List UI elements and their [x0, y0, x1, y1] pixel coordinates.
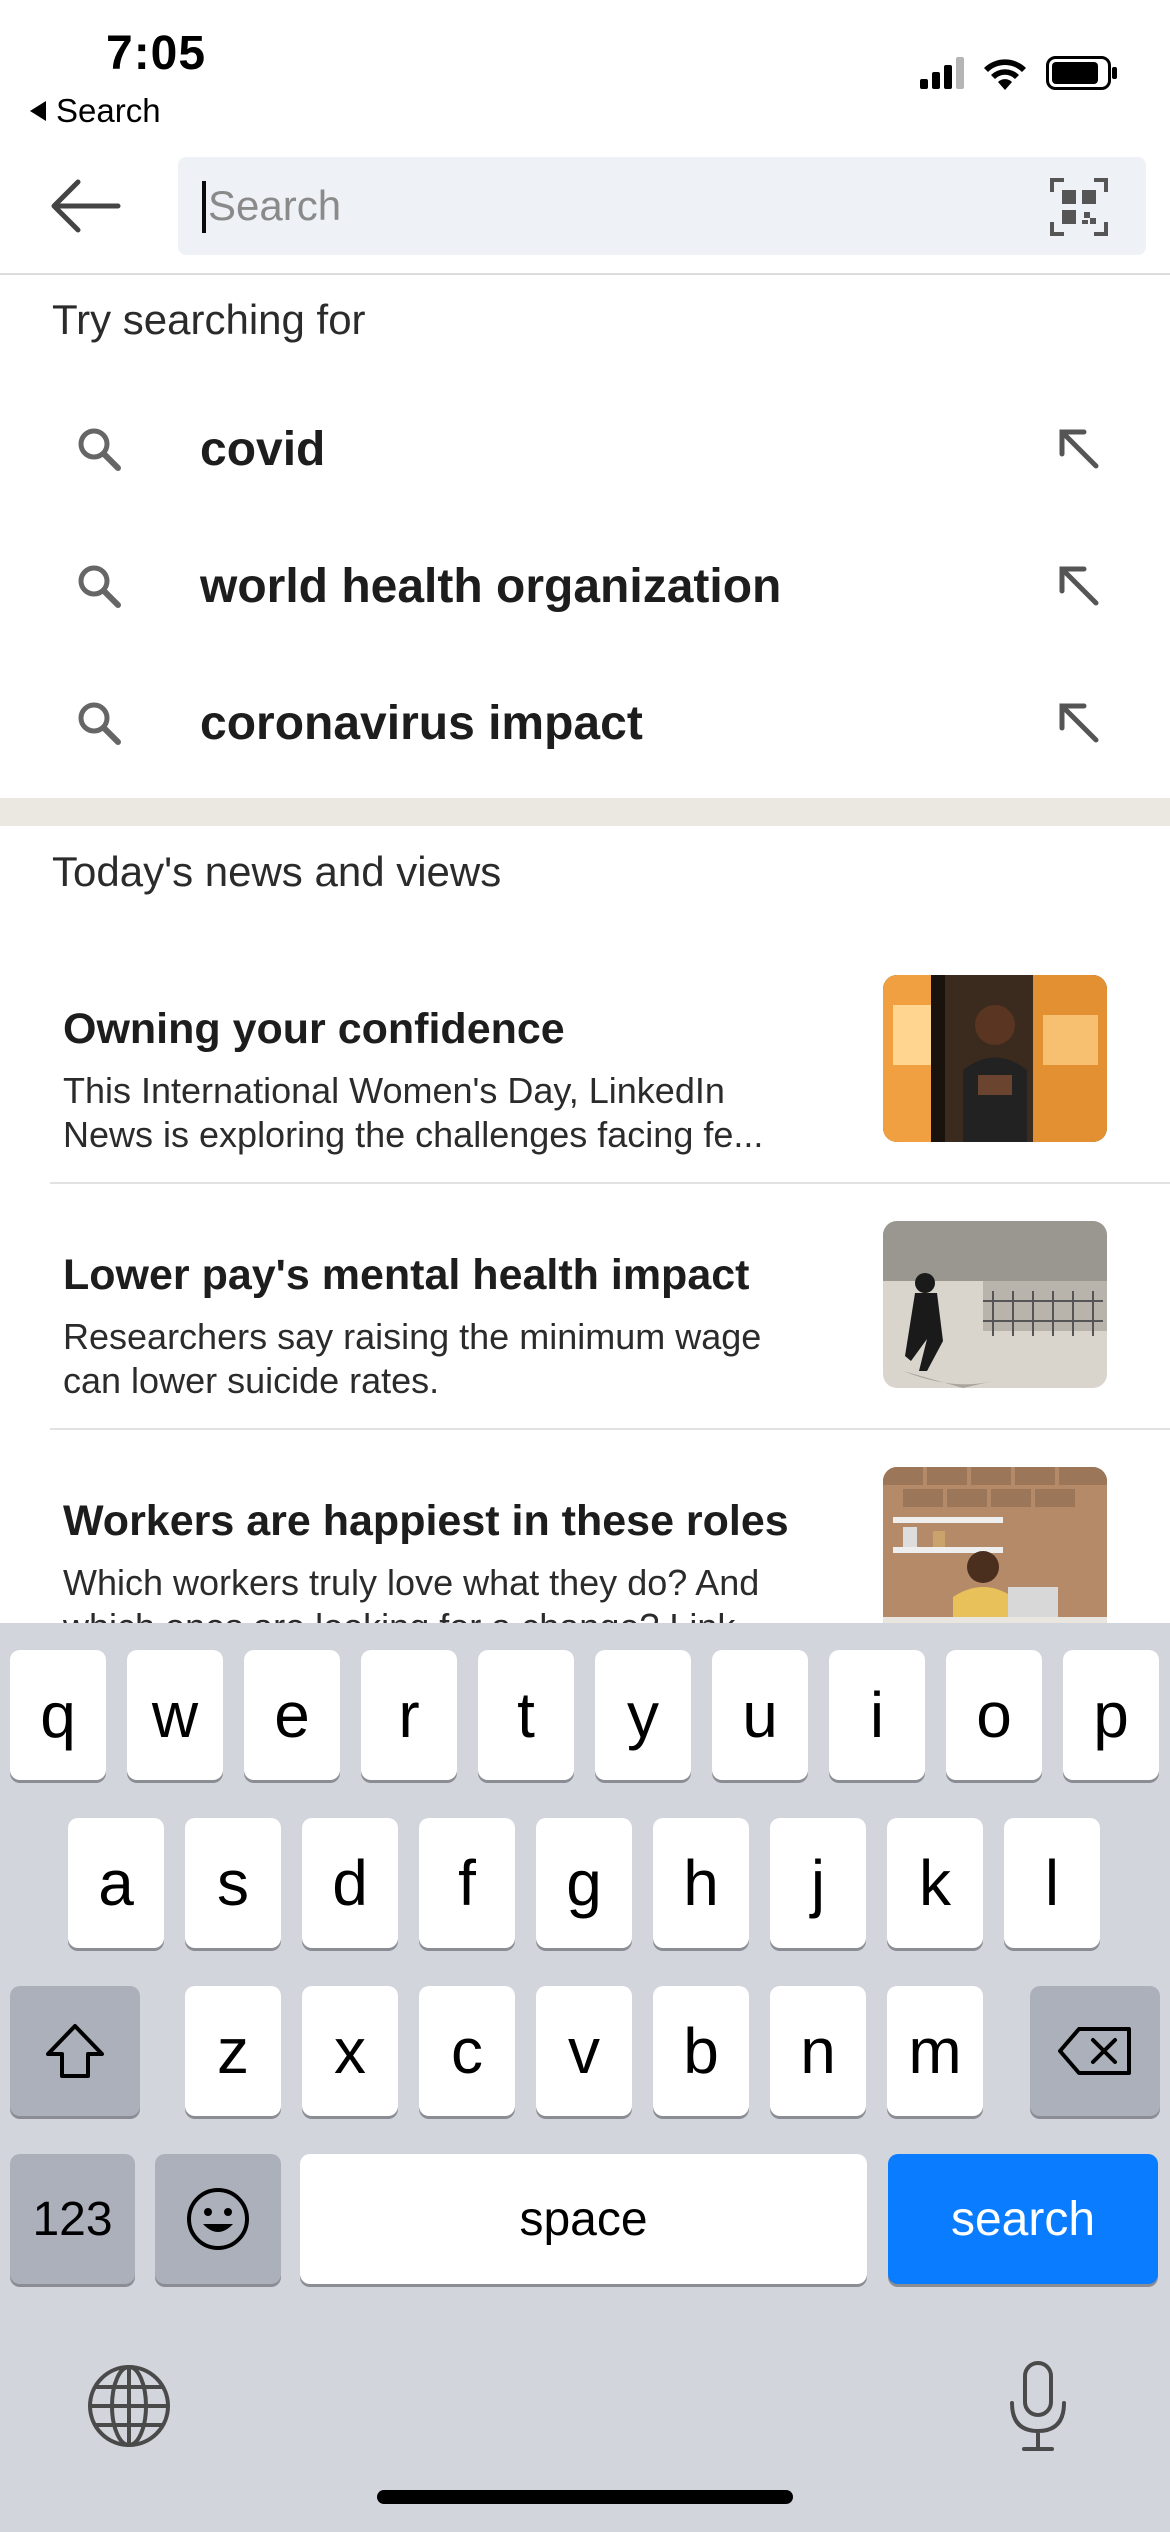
suggestion-item[interactable]: coronavirus impact [0, 658, 1170, 788]
globe-icon[interactable] [86, 2363, 172, 2449]
search-box[interactable] [178, 157, 1146, 255]
news-thumbnail-image [883, 1221, 1107, 1388]
news-heading: Today's news and views [52, 848, 502, 895]
space-key[interactable]: space [300, 2154, 867, 2284]
status-bar: 7:05 Search [0, 0, 1170, 140]
status-time: 7:05 [106, 27, 207, 80]
key-j[interactable]: j [770, 1818, 866, 1948]
key-i[interactable]: i [829, 1650, 925, 1780]
microphone-icon[interactable] [1006, 2359, 1070, 2455]
fill-query-arrow-icon[interactable] [1054, 561, 1104, 611]
news-title: Owning your confidence [63, 1005, 565, 1053]
suggestion-label: covid [200, 423, 326, 476]
key-b[interactable]: b [653, 1986, 749, 2116]
key-q[interactable]: q [10, 1650, 106, 1780]
key-h[interactable]: h [653, 1818, 749, 1948]
suggestion-item[interactable]: covid [0, 384, 1170, 514]
qr-code-scan-icon[interactable] [1050, 178, 1108, 236]
key-d[interactable]: d [302, 1818, 398, 1948]
news-thumbnail-image [883, 1467, 1107, 1634]
search-key[interactable]: search [888, 2154, 1158, 2284]
search-icon [78, 565, 121, 608]
search-input[interactable] [202, 157, 1022, 255]
news-description: This International Women's Day, LinkedIn… [63, 1070, 764, 1155]
back-arrow-icon[interactable] [48, 176, 123, 236]
key-k[interactable]: k [887, 1818, 983, 1948]
key-g[interactable]: g [536, 1818, 632, 1948]
search-header [0, 140, 1170, 275]
shift-key[interactable] [10, 1986, 140, 2116]
key-f[interactable]: f [419, 1818, 515, 1948]
key-s[interactable]: s [185, 1818, 281, 1948]
fill-query-arrow-icon[interactable] [1054, 698, 1104, 748]
emoji-icon [187, 2188, 249, 2250]
home-indicator[interactable] [377, 2490, 793, 2504]
news-item[interactable]: Owning your confidence This Internationa… [0, 975, 1170, 1221]
wifi-icon [984, 59, 1026, 90]
numbers-key[interactable]: 123 [10, 2154, 135, 2284]
suggestions-heading: Try searching for [52, 296, 366, 343]
news-item[interactable]: Lower pay's mental health impact Researc… [0, 1221, 1170, 1467]
key-v[interactable]: v [536, 1986, 632, 2116]
back-to-app-link[interactable]: Search [30, 92, 161, 130]
backspace-icon [1058, 2027, 1131, 2075]
back-to-app-label: Search [56, 92, 161, 129]
back-triangle-icon [30, 101, 46, 121]
on-screen-keyboard: q w e r t y u i o p a s d f g h j k l z … [0, 1623, 1170, 2532]
search-icon [78, 702, 121, 745]
news-separator [50, 1428, 1170, 1430]
key-r[interactable]: r [361, 1650, 457, 1780]
news-title: Lower pay's mental health impact [63, 1251, 750, 1299]
key-p[interactable]: p [1063, 1650, 1159, 1780]
key-l[interactable]: l [1004, 1818, 1100, 1948]
backspace-key[interactable] [1030, 1986, 1160, 2116]
suggestion-item[interactable]: world health organization [0, 521, 1170, 651]
news-title: Workers are happiest in these roles [63, 1497, 789, 1545]
search-icon [78, 428, 121, 471]
key-a[interactable]: a [68, 1818, 164, 1948]
text-cursor [202, 181, 206, 233]
suggestion-label: coronavirus impact [200, 697, 643, 750]
status-icons [920, 56, 1118, 90]
key-c[interactable]: c [419, 1986, 515, 2116]
shift-arrow-icon [46, 2024, 104, 2078]
news-description: Researchers say raising the minimum wage… [63, 1316, 762, 1401]
emoji-key[interactable] [155, 2154, 281, 2284]
key-o[interactable]: o [946, 1650, 1042, 1780]
suggestion-label: world health organization [200, 560, 782, 613]
news-separator [50, 1182, 1170, 1184]
key-x[interactable]: x [302, 1986, 398, 2116]
battery-icon [1046, 56, 1117, 90]
key-m[interactable]: m [887, 1986, 983, 2116]
section-divider [0, 798, 1170, 826]
key-w[interactable]: w [127, 1650, 223, 1780]
key-z[interactable]: z [185, 1986, 281, 2116]
key-t[interactable]: t [478, 1650, 574, 1780]
key-e[interactable]: e [244, 1650, 340, 1780]
fill-query-arrow-icon[interactable] [1054, 424, 1104, 474]
key-u[interactable]: u [712, 1650, 808, 1780]
news-thumbnail-image [883, 975, 1107, 1142]
key-n[interactable]: n [770, 1986, 866, 2116]
cellular-signal-icon [920, 57, 964, 89]
key-y[interactable]: y [595, 1650, 691, 1780]
